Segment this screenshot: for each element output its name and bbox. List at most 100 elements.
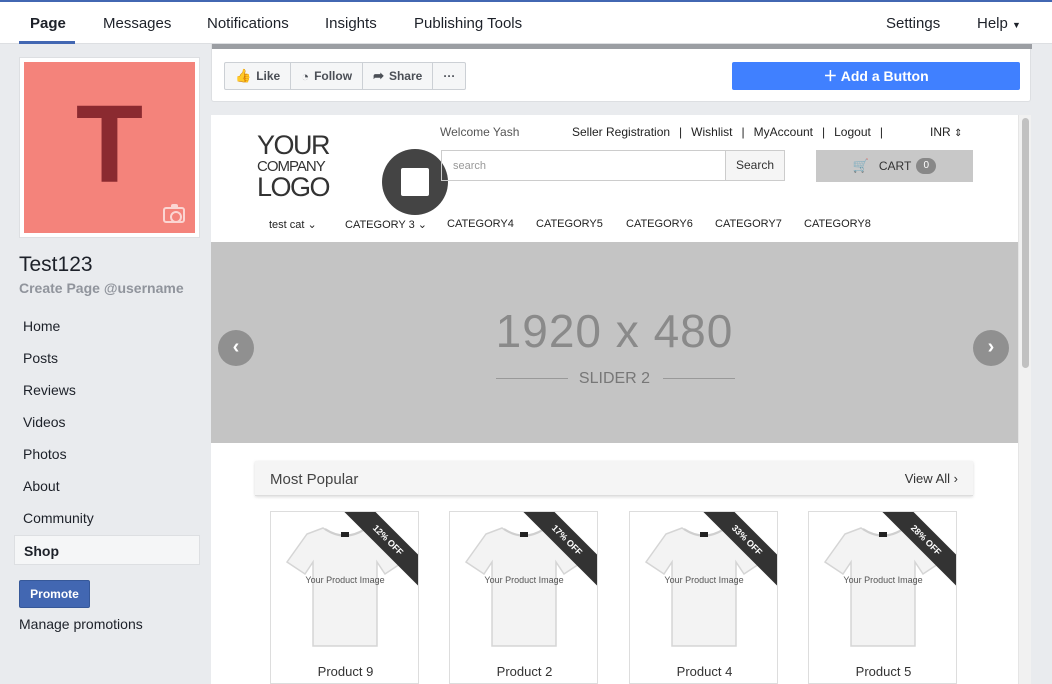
tab-page[interactable]: Page <box>30 15 66 32</box>
add-a-button[interactable]: ＋ Add a Button <box>732 62 1020 90</box>
divider: | <box>879 125 883 139</box>
slider-rule-right <box>663 378 735 379</box>
product-name[interactable]: Product 5 <box>809 664 956 679</box>
promote-button[interactable]: Promote <box>19 580 90 608</box>
most-popular-header: Most Popular View All › <box>255 461 973 496</box>
cover-photo-edge <box>212 44 1032 49</box>
profile-picture-fill: T <box>24 62 195 233</box>
tab-publishing-tools[interactable]: Publishing Tools <box>414 15 522 32</box>
top-tab-bar: Page Messages Notifications Insights Pub… <box>0 0 1052 44</box>
plus-icon: ＋ <box>823 68 838 84</box>
view-all-label: View All <box>904 471 951 486</box>
sidebar-item-home[interactable]: Home <box>14 311 200 341</box>
product-name[interactable]: Product 4 <box>630 664 777 679</box>
category-3[interactable]: CATEGORY 3 ⌄ <box>345 218 427 231</box>
active-tab-indicator <box>19 41 75 44</box>
sidebar-item-photos[interactable]: Photos <box>14 439 200 469</box>
product-image-placeholder: Your Product Image <box>843 575 923 585</box>
more-dots-icon: ··· <box>443 69 456 83</box>
like-label: Like <box>256 69 281 83</box>
divider: | <box>822 125 826 139</box>
chevron-down-icon: ⌄ <box>417 219 427 231</box>
sidebar-item-shop[interactable]: Shop <box>14 535 200 565</box>
search-button[interactable]: Search <box>725 150 785 181</box>
sidebar-item-about[interactable]: About <box>14 471 200 501</box>
category-5[interactable]: CATEGORY5 <box>536 218 603 230</box>
sidebar-item-community[interactable]: Community <box>14 503 200 533</box>
logo-mark-icon <box>382 149 448 215</box>
logo-square <box>401 168 429 196</box>
settings-link[interactable]: Settings <box>886 15 940 32</box>
create-username-link[interactable]: Create Page @username <box>19 280 184 296</box>
seller-registration-link[interactable]: Seller Registration <box>572 125 670 139</box>
tab-insights[interactable]: Insights <box>325 15 377 32</box>
cart-icon: 🛒 <box>852 158 869 173</box>
camera-icon[interactable] <box>163 204 185 223</box>
wishlist-link[interactable]: Wishlist <box>691 125 732 139</box>
sort-arrows-icon: ⇕ <box>954 128 963 139</box>
product-name[interactable]: Product 9 <box>271 664 418 679</box>
help-label: Help <box>977 15 1008 32</box>
slider-prev-icon[interactable]: ‹ <box>218 330 254 366</box>
category-label: test cat <box>269 219 305 231</box>
search-input[interactable]: search <box>441 150 726 181</box>
slider-next-icon[interactable]: › <box>973 330 1009 366</box>
category-4[interactable]: CATEGORY4 <box>447 218 514 230</box>
view-all-link[interactable]: View All › <box>905 471 958 486</box>
sidebar-item-videos[interactable]: Videos <box>14 407 200 437</box>
follow-label: Follow <box>314 69 353 83</box>
manage-promotions-link[interactable]: Manage promotions <box>19 616 143 632</box>
currency-value: INR <box>930 125 951 139</box>
category-8[interactable]: CATEGORY8 <box>804 218 871 230</box>
account-links: Seller Registration | Wishlist | MyAccount… <box>572 125 892 139</box>
category-label: CATEGORY 3 <box>345 219 415 231</box>
logo-line-3: LOGO <box>257 172 331 202</box>
page-action-bar: 👍 Like ◔ Follow ➦ Share ··· ＋ Add a Button <box>211 44 1032 102</box>
scrollbar-thumb[interactable] <box>1022 118 1029 368</box>
sidebar-item-reviews[interactable]: Reviews <box>14 375 200 405</box>
slider-label: SLIDER 2 <box>578 370 651 387</box>
share-button[interactable]: ➦ Share <box>363 63 434 89</box>
product-image-placeholder: Your Product Image <box>664 575 744 585</box>
tab-messages[interactable]: Messages <box>103 15 171 32</box>
logout-link[interactable]: Logout <box>834 125 871 139</box>
page-name[interactable]: Test123 <box>19 253 93 277</box>
chevron-right-icon: › <box>953 471 958 486</box>
add-button-label: Add a Button <box>840 68 929 84</box>
category-6[interactable]: CATEGORY6 <box>626 218 693 230</box>
divider: | <box>741 125 745 139</box>
category-7[interactable]: CATEGORY7 <box>715 218 782 230</box>
like-button[interactable]: 👍 Like <box>225 63 292 89</box>
product-image-placeholder: Your Product Image <box>484 575 564 585</box>
shop-scrollbar[interactable] <box>1018 115 1031 684</box>
currency-select[interactable]: INR ⇕ <box>930 125 962 139</box>
slider-dimensions: 1920 x 480 <box>495 305 734 357</box>
product-card[interactable]: Your Product Image 28% OFF Product 5 <box>808 511 957 684</box>
follow-button[interactable]: ◔ Follow <box>291 63 364 89</box>
divider: | <box>679 125 683 139</box>
more-options-button[interactable]: ··· <box>433 63 465 89</box>
profile-picture[interactable]: T <box>19 57 200 238</box>
sidebar-item-posts[interactable]: Posts <box>14 343 200 373</box>
caret-down-icon: ▼ <box>1012 20 1021 30</box>
category-test-cat[interactable]: test cat ⌄ <box>269 218 317 231</box>
product-card[interactable]: Your Product Image 33% OFF Product 4 <box>629 511 778 684</box>
share-label: Share <box>388 69 423 83</box>
hero-slider[interactable]: 1920 x 480 SLIDER 2 ‹ › <box>211 242 1018 443</box>
thumbs-up-icon: 👍 <box>235 68 252 83</box>
shop-frame: YOUR COMPANY LOGO Welcome Yash Seller Re… <box>211 115 1031 684</box>
cart-button[interactable]: 🛒 CART 0 <box>816 150 973 182</box>
help-menu[interactable]: Help ▼ <box>977 15 1021 32</box>
page-action-buttons: 👍 Like ◔ Follow ➦ Share ··· <box>224 62 467 90</box>
product-card[interactable]: Your Product Image 17% OFF Product 2 <box>449 511 598 684</box>
most-popular-title: Most Popular <box>270 471 359 488</box>
my-account-link[interactable]: MyAccount <box>754 125 813 139</box>
product-card[interactable]: Your Product Image 12% OFF Product 9 <box>270 511 419 684</box>
tab-notifications[interactable]: Notifications <box>207 15 289 32</box>
cart-count-badge: 0 <box>916 158 937 174</box>
share-arrow-icon: ➦ <box>373 68 384 83</box>
product-name[interactable]: Product 2 <box>450 664 597 679</box>
welcome-text: Welcome Yash <box>440 125 520 139</box>
product-image-placeholder: Your Product Image <box>305 575 385 585</box>
profile-letter: T <box>75 83 144 206</box>
